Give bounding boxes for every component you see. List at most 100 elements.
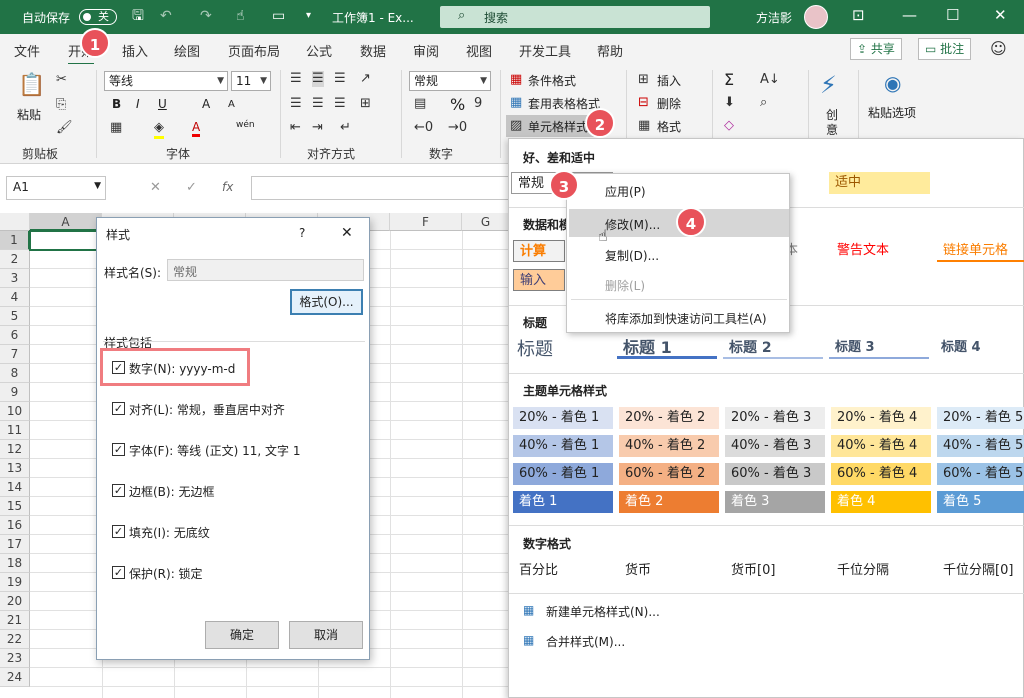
- active-cell-a1[interactable]: [29, 230, 104, 251]
- style-accent-2[interactable]: 着色 2: [619, 491, 719, 513]
- row-header[interactable]: 9: [0, 383, 30, 402]
- italic-button[interactable]: I: [136, 97, 140, 111]
- row-header[interactable]: 6: [0, 326, 30, 345]
- row-header[interactable]: 12: [0, 440, 30, 459]
- name-box[interactable]: A1 ▼: [6, 176, 106, 200]
- ideas-label[interactable]: 创意: [826, 108, 840, 138]
- style-60-accent-4[interactable]: 60% - 着色 4: [831, 463, 931, 485]
- row-header[interactable]: 21: [0, 611, 30, 630]
- conditional-format-button[interactable]: 条件格式: [528, 72, 576, 89]
- fill-checkbox[interactable]: ✓: [112, 525, 125, 538]
- row-header[interactable]: 24: [0, 668, 30, 687]
- row-header[interactable]: 23: [0, 649, 30, 668]
- customize-qat-icon[interactable]: ▾: [306, 8, 311, 24]
- format-as-table-button[interactable]: 套用表格格式: [528, 95, 600, 112]
- style-heading-2[interactable]: 标题 2: [723, 337, 823, 359]
- format-button[interactable]: 格式(O)...: [290, 289, 363, 315]
- row-header[interactable]: 16: [0, 516, 30, 535]
- redo-icon[interactable]: ↷: [200, 8, 212, 24]
- ideas-icon[interactable]: ⚡: [820, 72, 837, 98]
- style-20-accent-1[interactable]: 20% - 着色 1: [513, 407, 613, 429]
- confirm-entry-icon[interactable]: ✓: [186, 180, 197, 195]
- style-40-accent-1[interactable]: 40% - 着色 1: [513, 435, 613, 457]
- ribbon-display-icon[interactable]: ⊡: [852, 6, 865, 24]
- avatar[interactable]: [804, 5, 828, 29]
- style-heading-4[interactable]: 标题 4: [935, 337, 1024, 359]
- open-folder-icon[interactable]: ▭: [272, 8, 285, 24]
- row-header[interactable]: 7: [0, 345, 30, 364]
- style-accent-1[interactable]: 着色 1: [513, 491, 613, 513]
- cancel-entry-icon[interactable]: ✕: [150, 180, 161, 195]
- style-accent-3[interactable]: 着色 3: [725, 491, 825, 513]
- decrease-decimal-icon[interactable]: →0: [448, 120, 467, 136]
- select-all-corner[interactable]: [0, 213, 30, 231]
- grow-font-button[interactable]: A: [202, 97, 210, 111]
- delete-cells-button[interactable]: 删除: [657, 95, 681, 112]
- align-right-icon[interactable]: ☰: [334, 96, 346, 112]
- touch-mode-icon[interactable]: ☝: [236, 8, 245, 24]
- column-header-f[interactable]: F: [390, 213, 462, 231]
- style-accent-4[interactable]: 着色 4: [831, 491, 931, 513]
- tab-insert[interactable]: 插入: [122, 41, 148, 60]
- search-box[interactable]: ⌕ 搜索: [440, 6, 710, 28]
- find-select-icon[interactable]: ⌕: [760, 95, 767, 111]
- align-center-icon[interactable]: ☰: [312, 96, 324, 112]
- style-linked-cell[interactable]: 链接单元格: [937, 240, 1024, 262]
- style-neutral[interactable]: 适中: [829, 172, 930, 194]
- ok-button[interactable]: 确定: [205, 621, 279, 649]
- tab-view[interactable]: 视图: [466, 41, 492, 60]
- formula-input[interactable]: [251, 176, 511, 200]
- align-left-icon[interactable]: ☰: [290, 96, 302, 112]
- phonetic-button[interactable]: wén: [236, 120, 255, 130]
- minimize-icon[interactable]: —: [902, 6, 917, 24]
- row-header[interactable]: 17: [0, 535, 30, 554]
- tab-help[interactable]: 帮助: [597, 41, 623, 60]
- style-accent-5[interactable]: 着色 5: [937, 491, 1024, 513]
- tab-developer[interactable]: 开发工具: [519, 41, 571, 60]
- menu-add-to-qat[interactable]: 将库添加到快速访问工具栏(A): [605, 310, 767, 327]
- row-header[interactable]: 4: [0, 288, 30, 307]
- style-comma[interactable]: 千位分隔: [831, 560, 931, 582]
- shrink-font-button[interactable]: A: [228, 99, 235, 110]
- style-60-accent-2[interactable]: 60% - 着色 2: [619, 463, 719, 485]
- autosave-toggle[interactable]: 关: [79, 9, 117, 25]
- row-header[interactable]: 5: [0, 307, 30, 326]
- paste-options-label[interactable]: 粘贴选项: [868, 104, 916, 121]
- cut-icon[interactable]: ✂: [56, 72, 67, 88]
- style-currency[interactable]: 货币: [619, 560, 719, 582]
- row-header[interactable]: 22: [0, 630, 30, 649]
- close-icon[interactable]: ✕: [994, 6, 1007, 24]
- help-button[interactable]: ?: [299, 226, 305, 240]
- autosum-button[interactable]: Σ: [724, 70, 734, 89]
- align-bottom-icon[interactable]: ☰: [334, 71, 346, 87]
- undo-icon[interactable]: ↶: [160, 8, 172, 24]
- tab-draw[interactable]: 绘图: [174, 41, 200, 60]
- font-name-combo[interactable]: 等线 ▼: [104, 71, 228, 91]
- row-header[interactable]: 1: [0, 231, 30, 250]
- format-cells-button[interactable]: 格式: [657, 118, 681, 135]
- share-button[interactable]: ⇪ 共享: [850, 38, 902, 60]
- copy-icon[interactable]: ⎘: [56, 97, 66, 113]
- decrease-indent-icon[interactable]: ⇤: [290, 120, 301, 136]
- style-60-accent-1[interactable]: 60% - 着色 1: [513, 463, 613, 485]
- fill-icon[interactable]: ⬇: [724, 95, 735, 111]
- row-header[interactable]: 3: [0, 269, 30, 288]
- column-header-g[interactable]: G: [462, 213, 510, 231]
- font-checkbox[interactable]: ✓: [112, 443, 125, 456]
- style-input[interactable]: 输入: [513, 269, 565, 291]
- tab-formulas[interactable]: 公式: [306, 41, 332, 60]
- number-format-combo[interactable]: 常规 ▼: [409, 71, 491, 91]
- clear-icon[interactable]: ◇: [724, 118, 734, 134]
- row-header[interactable]: 20: [0, 592, 30, 611]
- style-currency-0[interactable]: 货币[0]: [725, 560, 825, 582]
- merge-center-icon[interactable]: ⊞: [360, 96, 371, 112]
- tab-file[interactable]: 文件: [14, 41, 40, 60]
- border-checkbox[interactable]: ✓: [112, 484, 125, 497]
- dialog-close-button[interactable]: ✕: [341, 225, 353, 241]
- bold-button[interactable]: B: [112, 97, 121, 111]
- style-percent[interactable]: 百分比: [513, 560, 613, 582]
- style-heading-1[interactable]: 标题 1: [617, 337, 717, 359]
- paste-options-icon[interactable]: ◉: [884, 72, 901, 94]
- style-40-accent-4[interactable]: 40% - 着色 4: [831, 435, 931, 457]
- column-header-a[interactable]: A: [30, 213, 102, 231]
